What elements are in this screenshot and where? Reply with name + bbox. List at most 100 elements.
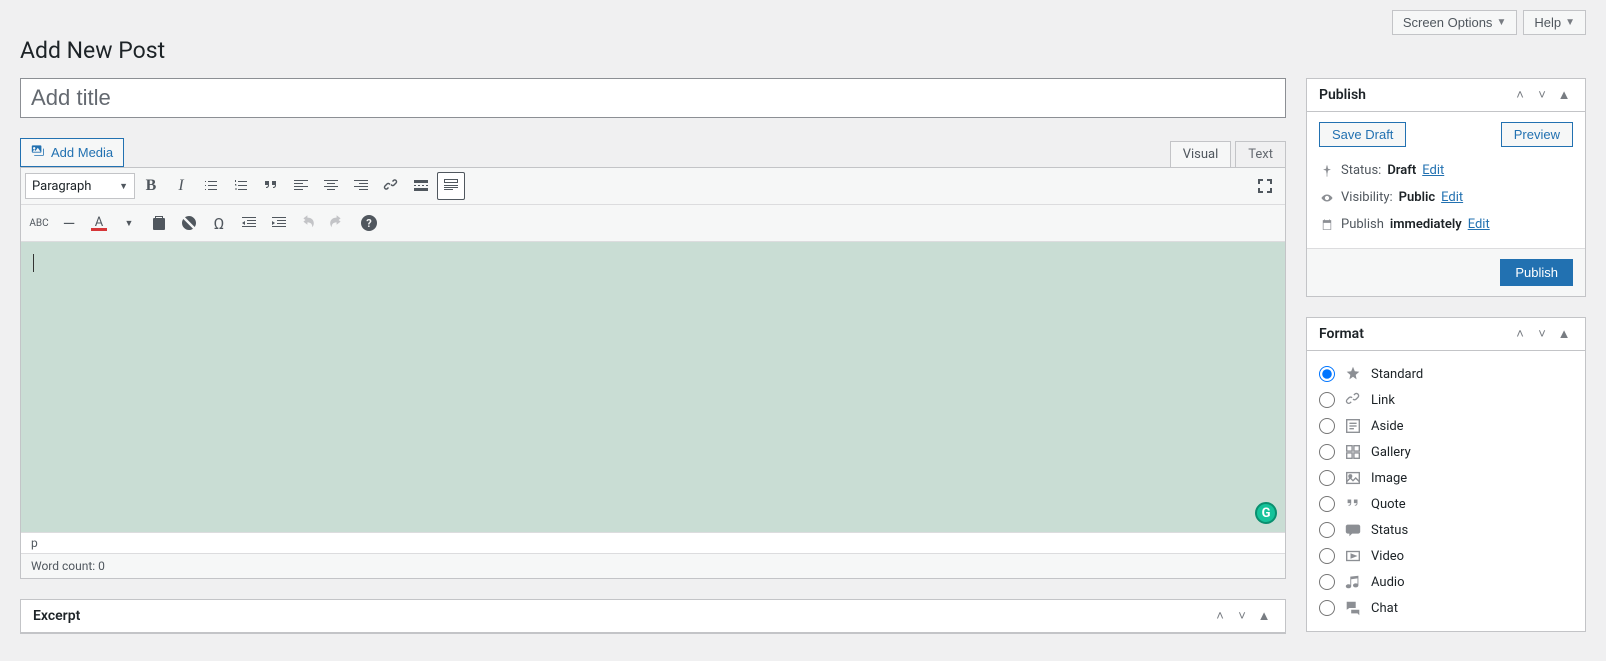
tab-visual[interactable]: Visual xyxy=(1170,141,1232,167)
italic-button[interactable]: I xyxy=(167,172,195,200)
format-panel-title: Format xyxy=(1319,326,1364,342)
save-draft-button[interactable]: Save Draft xyxy=(1319,122,1406,147)
word-count: Word count: 0 xyxy=(21,553,1285,578)
tab-text[interactable]: Text xyxy=(1235,141,1286,167)
redo-button[interactable] xyxy=(325,209,353,237)
format-option-video[interactable]: Video xyxy=(1319,543,1573,569)
move-down-icon[interactable]: ˅ xyxy=(1233,608,1251,624)
move-down-icon[interactable]: ˅ xyxy=(1533,87,1551,103)
chevron-down-icon: ▼ xyxy=(1496,17,1506,28)
audio-icon xyxy=(1343,573,1363,591)
format-radio-standard[interactable] xyxy=(1319,366,1335,382)
image-icon xyxy=(1343,469,1363,487)
format-label: Video xyxy=(1371,549,1404,564)
horizontal-rule-button[interactable]: — xyxy=(55,209,83,237)
text-cursor xyxy=(33,254,34,272)
element-path: p xyxy=(21,532,1285,553)
format-label: Status xyxy=(1371,523,1408,538)
quote-icon xyxy=(1343,495,1363,513)
format-label: Audio xyxy=(1371,575,1404,590)
pin-icon xyxy=(1319,164,1335,178)
add-media-button[interactable]: Add Media xyxy=(20,138,124,167)
undo-button[interactable] xyxy=(295,209,323,237)
format-option-quote[interactable]: Quote xyxy=(1319,491,1573,517)
toggle-panel-icon[interactable]: ▲ xyxy=(1255,608,1273,624)
status-icon xyxy=(1343,521,1363,539)
chat-icon xyxy=(1343,599,1363,617)
page-title: Add New Post xyxy=(20,37,1586,64)
format-label: Aside xyxy=(1371,419,1404,434)
move-down-icon[interactable]: ˅ xyxy=(1533,326,1551,342)
excerpt-title: Excerpt xyxy=(33,608,80,624)
format-option-gallery[interactable]: Gallery xyxy=(1319,439,1573,465)
move-up-icon[interactable]: ˄ xyxy=(1511,326,1529,342)
numbered-list-button[interactable] xyxy=(227,172,255,200)
chevron-down-icon: ▼ xyxy=(1565,17,1575,28)
align-right-button[interactable] xyxy=(347,172,375,200)
toolbar-toggle-button[interactable] xyxy=(437,172,465,200)
link-button[interactable] xyxy=(377,172,405,200)
post-title-input[interactable] xyxy=(20,78,1286,118)
format-option-audio[interactable]: Audio xyxy=(1319,569,1573,595)
read-more-button[interactable] xyxy=(407,172,435,200)
format-radio-gallery[interactable] xyxy=(1319,444,1335,460)
format-radio-link[interactable] xyxy=(1319,392,1335,408)
preview-button[interactable]: Preview xyxy=(1501,122,1573,147)
screen-options-button[interactable]: Screen Options ▼ xyxy=(1392,10,1518,35)
format-option-link[interactable]: Link xyxy=(1319,387,1573,413)
paragraph-format-select[interactable]: Paragraph xyxy=(25,173,135,199)
format-radio-video[interactable] xyxy=(1319,548,1335,564)
paste-text-button[interactable] xyxy=(145,209,173,237)
text-color-dropdown[interactable]: ▼ xyxy=(115,209,143,237)
svg-text:?: ? xyxy=(366,217,372,230)
format-radio-aside[interactable] xyxy=(1319,418,1335,434)
help-button[interactable]: Help ▼ xyxy=(1523,10,1586,35)
editor-content-area[interactable]: G xyxy=(21,242,1285,532)
standard-icon xyxy=(1343,365,1363,383)
format-radio-quote[interactable] xyxy=(1319,496,1335,512)
align-center-button[interactable] xyxy=(317,172,345,200)
format-radio-status[interactable] xyxy=(1319,522,1335,538)
format-option-aside[interactable]: Aside xyxy=(1319,413,1573,439)
format-radio-chat[interactable] xyxy=(1319,600,1335,616)
bold-button[interactable]: B xyxy=(137,172,165,200)
toggle-panel-icon[interactable]: ▲ xyxy=(1555,326,1573,342)
strikethrough-button[interactable]: ABC xyxy=(25,209,53,237)
media-icon xyxy=(31,143,47,162)
gallery-icon xyxy=(1343,443,1363,461)
text-color-button[interactable]: A xyxy=(85,209,113,237)
format-option-standard[interactable]: Standard xyxy=(1319,361,1573,387)
grammarly-icon[interactable]: G xyxy=(1255,502,1277,524)
video-icon xyxy=(1343,547,1363,565)
edit-visibility-link[interactable]: Edit xyxy=(1441,190,1463,205)
edit-status-link[interactable]: Edit xyxy=(1422,163,1444,178)
blockquote-button[interactable] xyxy=(257,172,285,200)
format-radio-audio[interactable] xyxy=(1319,574,1335,590)
indent-button[interactable] xyxy=(265,209,293,237)
bullet-list-button[interactable] xyxy=(197,172,225,200)
format-option-chat[interactable]: Chat xyxy=(1319,595,1573,621)
toggle-panel-icon[interactable]: ▲ xyxy=(1555,87,1573,103)
fullscreen-button[interactable] xyxy=(1251,172,1279,200)
link-icon xyxy=(1343,391,1363,409)
publish-button[interactable]: Publish xyxy=(1500,259,1573,286)
outdent-button[interactable] xyxy=(235,209,263,237)
move-up-icon[interactable]: ˄ xyxy=(1211,608,1229,624)
format-radio-image[interactable] xyxy=(1319,470,1335,486)
align-left-button[interactable] xyxy=(287,172,315,200)
clear-formatting-button[interactable] xyxy=(175,209,203,237)
format-label: Image xyxy=(1371,471,1407,486)
format-label: Quote xyxy=(1371,497,1406,512)
format-option-image[interactable]: Image xyxy=(1319,465,1573,491)
special-character-button[interactable]: Ω xyxy=(205,209,233,237)
format-label: Standard xyxy=(1371,367,1423,382)
format-option-status[interactable]: Status xyxy=(1319,517,1573,543)
edit-schedule-link[interactable]: Edit xyxy=(1468,217,1490,232)
eye-icon xyxy=(1319,191,1335,205)
keyboard-help-button[interactable]: ? xyxy=(355,209,383,237)
format-label: Link xyxy=(1371,393,1395,408)
calendar-icon xyxy=(1319,218,1335,232)
move-up-icon[interactable]: ˄ xyxy=(1511,87,1529,103)
format-label: Chat xyxy=(1371,601,1398,616)
format-label: Gallery xyxy=(1371,445,1411,460)
